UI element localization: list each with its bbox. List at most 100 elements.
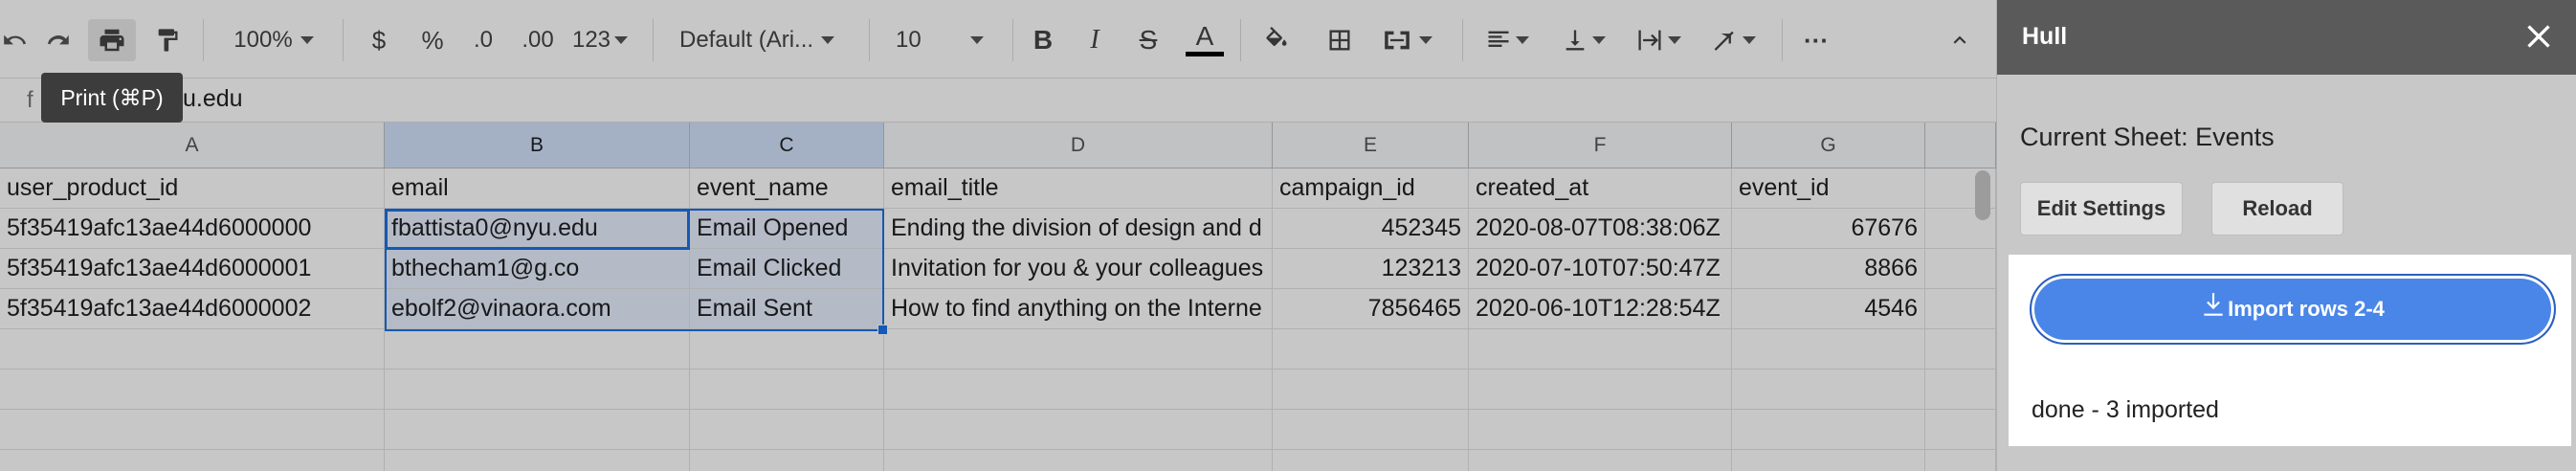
empty-cell[interactable] bbox=[0, 370, 385, 410]
column-header-e[interactable]: E bbox=[1273, 123, 1469, 168]
header-cell[interactable]: email_title bbox=[884, 168, 1273, 209]
empty-cell[interactable] bbox=[884, 329, 1273, 370]
more-formats-select[interactable]: 123 bbox=[568, 19, 632, 61]
empty-cell[interactable] bbox=[1925, 450, 1996, 471]
borders-icon[interactable] bbox=[1319, 19, 1361, 61]
text-color-button[interactable]: A bbox=[1183, 19, 1227, 61]
empty-cell[interactable] bbox=[690, 329, 884, 370]
empty-cell[interactable] bbox=[0, 410, 385, 450]
empty-cell[interactable] bbox=[385, 329, 690, 370]
empty-cell[interactable] bbox=[385, 370, 690, 410]
empty-cell[interactable] bbox=[1732, 370, 1925, 410]
empty-cell[interactable] bbox=[1273, 370, 1469, 410]
empty-cell[interactable] bbox=[1732, 329, 1925, 370]
table-cell[interactable]: 7856465 bbox=[1273, 289, 1469, 329]
bold-button[interactable]: B bbox=[1024, 19, 1062, 61]
vertical-align-icon[interactable] bbox=[1552, 19, 1615, 61]
empty-cell[interactable] bbox=[690, 450, 884, 471]
increase-decimal-button[interactable]: .00 bbox=[513, 19, 563, 61]
empty-cell[interactable] bbox=[1469, 370, 1732, 410]
table-cell[interactable]: Invitation for you & your colleagues bbox=[884, 249, 1273, 289]
formula-input[interactable]: u.edu bbox=[183, 85, 243, 113]
table-cell[interactable]: 452345 bbox=[1273, 209, 1469, 249]
column-header-g[interactable]: G bbox=[1732, 123, 1925, 168]
empty-cell[interactable] bbox=[0, 329, 385, 370]
empty-cell[interactable] bbox=[1925, 410, 1996, 450]
empty-cell[interactable] bbox=[1273, 450, 1469, 471]
currency-format-button[interactable]: $ bbox=[362, 19, 396, 61]
column-header-c[interactable]: C bbox=[690, 123, 884, 168]
header-cell[interactable]: campaign_id bbox=[1273, 168, 1469, 209]
header-cell[interactable]: event_id bbox=[1732, 168, 1925, 209]
fill-handle[interactable] bbox=[877, 325, 888, 335]
print-icon[interactable] bbox=[88, 19, 136, 61]
table-cell[interactable]: 123213 bbox=[1273, 249, 1469, 289]
header-cell[interactable]: email bbox=[385, 168, 690, 209]
close-icon[interactable] bbox=[2520, 17, 2558, 56]
table-cell[interactable]: Ending the division of design and d bbox=[884, 209, 1273, 249]
table-cell[interactable]: 4546 bbox=[1732, 289, 1925, 329]
font-family-select[interactable]: Default (Ari... bbox=[670, 19, 852, 61]
empty-cell[interactable] bbox=[884, 410, 1273, 450]
zoom-select[interactable]: 100% bbox=[216, 19, 331, 61]
column-header-f[interactable]: F bbox=[1469, 123, 1732, 168]
header-cell[interactable]: event_name bbox=[690, 168, 884, 209]
paint-format-icon[interactable] bbox=[145, 19, 189, 61]
empty-cell[interactable] bbox=[1925, 329, 1996, 370]
empty-cell[interactable] bbox=[385, 450, 690, 471]
table-cell[interactable]: 5f35419afc13ae44d6000002 bbox=[0, 289, 385, 329]
table-cell[interactable]: 2020-06-10T12:28:54Z bbox=[1469, 289, 1732, 329]
table-cell[interactable]: Email Clicked bbox=[690, 249, 884, 289]
empty-cell[interactable] bbox=[1469, 329, 1732, 370]
strikethrough-button[interactable]: S bbox=[1129, 19, 1167, 61]
table-cell[interactable]: 5f35419afc13ae44d6000000 bbox=[0, 209, 385, 249]
column-header-b[interactable]: B bbox=[385, 123, 690, 168]
table-cell[interactable]: How to find anything on the Interne bbox=[884, 289, 1273, 329]
empty-cell[interactable] bbox=[0, 450, 385, 471]
percent-format-button[interactable]: % bbox=[413, 19, 452, 61]
reload-button[interactable]: Reload bbox=[2211, 182, 2343, 236]
align-icon[interactable] bbox=[1476, 19, 1539, 61]
italic-button[interactable]: I bbox=[1076, 19, 1114, 61]
empty-cell[interactable] bbox=[1273, 329, 1469, 370]
text-rotation-icon[interactable] bbox=[1701, 19, 1765, 61]
table-cell[interactable]: 8866 bbox=[1732, 249, 1925, 289]
table-cell[interactable]: bthecham1@g.co bbox=[385, 249, 690, 289]
text-wrap-icon[interactable] bbox=[1627, 19, 1690, 61]
empty-cell[interactable] bbox=[385, 410, 690, 450]
empty-cell[interactable] bbox=[1925, 249, 1996, 289]
table-cell[interactable]: ebolf2@vinaora.com bbox=[385, 289, 690, 329]
merge-cells-icon[interactable] bbox=[1372, 19, 1441, 61]
edit-settings-button[interactable]: Edit Settings bbox=[2020, 182, 2183, 236]
empty-cell[interactable] bbox=[1732, 410, 1925, 450]
redo-icon[interactable] bbox=[38, 19, 80, 61]
empty-cell[interactable] bbox=[1732, 450, 1925, 471]
vertical-scrollbar[interactable] bbox=[1975, 170, 1990, 220]
fill-color-icon[interactable] bbox=[1255, 19, 1298, 61]
table-cell[interactable]: 2020-08-07T08:38:06Z bbox=[1469, 209, 1732, 249]
table-cell[interactable]: 5f35419afc13ae44d6000001 bbox=[0, 249, 385, 289]
empty-cell[interactable] bbox=[690, 370, 884, 410]
header-cell[interactable]: user_product_id bbox=[0, 168, 385, 209]
cell-grid[interactable]: A B C D E F Guser_product_id email event_name ema… bbox=[0, 123, 1996, 471]
column-header-d[interactable]: D bbox=[884, 123, 1273, 168]
empty-cell[interactable] bbox=[1273, 410, 1469, 450]
table-cell[interactable]: Email Opened bbox=[690, 209, 884, 249]
table-cell[interactable]: Email Sent bbox=[690, 289, 884, 329]
collapse-toolbar-icon[interactable] bbox=[1939, 19, 1981, 61]
header-cell[interactable]: created_at bbox=[1469, 168, 1732, 209]
empty-cell[interactable] bbox=[690, 410, 884, 450]
empty-cell[interactable] bbox=[1469, 410, 1732, 450]
more-options-icon[interactable]: ··· bbox=[1795, 19, 1837, 61]
empty-cell[interactable] bbox=[1925, 370, 1996, 410]
table-cell[interactable]: fbattista0@nyu.edu bbox=[385, 209, 690, 249]
import-rows-button[interactable]: Import rows 2-4 bbox=[2030, 274, 2556, 345]
font-size-select[interactable]: 10 bbox=[882, 19, 1001, 61]
empty-cell[interactable] bbox=[1925, 289, 1996, 329]
column-header-a[interactable]: A bbox=[0, 123, 385, 168]
table-cell[interactable]: 67676 bbox=[1732, 209, 1925, 249]
table-cell[interactable]: 2020-07-10T07:50:47Z bbox=[1469, 249, 1732, 289]
empty-cell[interactable] bbox=[1469, 450, 1732, 471]
empty-cell[interactable] bbox=[884, 450, 1273, 471]
decrease-decimal-button[interactable]: .0 bbox=[463, 19, 503, 61]
